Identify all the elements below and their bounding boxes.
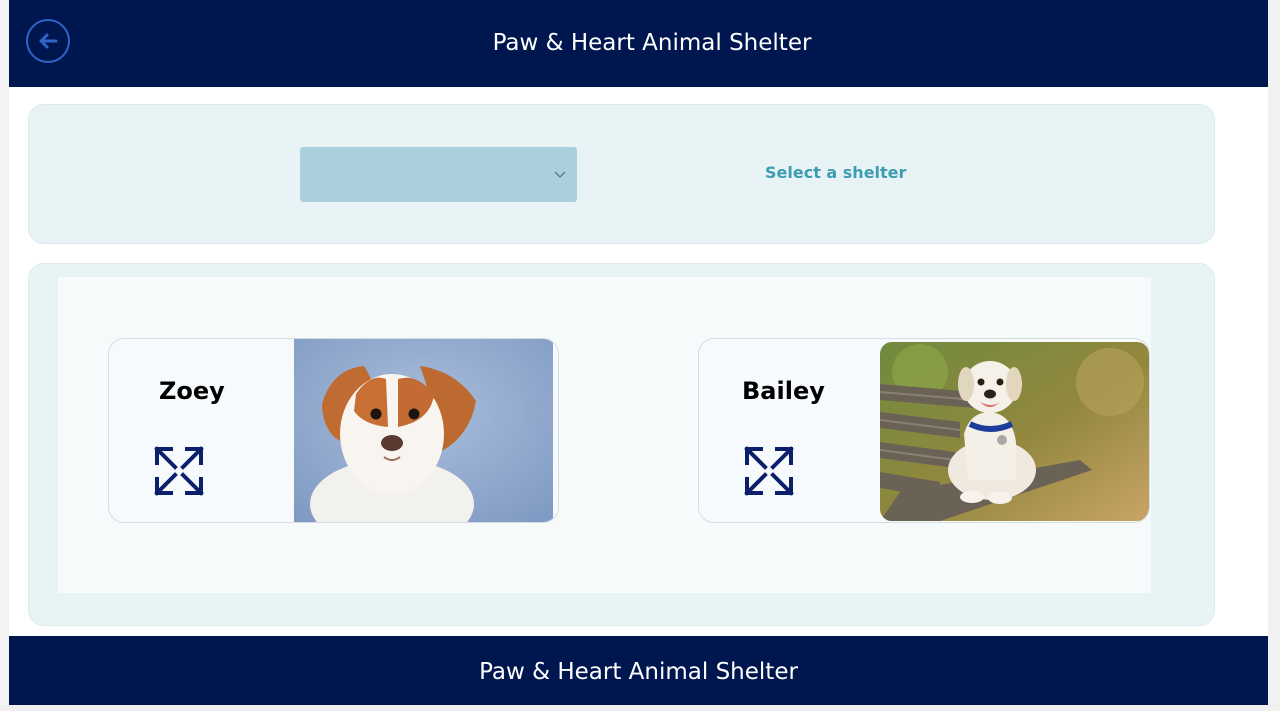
app-footer: Paw & Heart Animal Shelter bbox=[9, 636, 1268, 705]
expand-icon[interactable] bbox=[743, 445, 795, 497]
window-bottom-edge bbox=[0, 705, 1280, 711]
shelter-filter-panel: Select a shelter bbox=[28, 104, 1215, 244]
pet-name: Bailey bbox=[742, 377, 825, 405]
footer-title: Paw & Heart Animal Shelter bbox=[479, 659, 798, 685]
pet-card-zoey[interactable]: Zoey bbox=[108, 338, 559, 523]
app-header: Paw & Heart Animal Shelter bbox=[9, 0, 1268, 87]
chevron-down-icon bbox=[554, 171, 566, 178]
pet-gallery: Zoey Bailey bbox=[58, 277, 1151, 593]
pet-card-bailey[interactable]: Bailey bbox=[698, 338, 1150, 523]
pet-gallery-panel: Zoey Bailey bbox=[28, 263, 1215, 626]
shelter-dropdown[interactable] bbox=[300, 147, 577, 202]
pet-name: Zoey bbox=[159, 377, 225, 405]
dog-photo-bailey bbox=[880, 342, 1149, 521]
dog-photo-zoey bbox=[294, 339, 553, 522]
select-shelter-label: Select a shelter bbox=[765, 163, 907, 182]
expand-icon[interactable] bbox=[153, 445, 205, 497]
window-left-edge bbox=[0, 0, 9, 711]
window-right-edge bbox=[1268, 0, 1280, 711]
header-title: Paw & Heart Animal Shelter bbox=[492, 30, 812, 56]
